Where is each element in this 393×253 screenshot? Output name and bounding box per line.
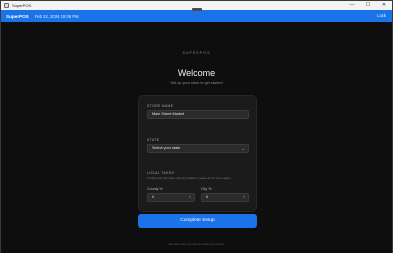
county-input[interactable]: 0 ⇕ bbox=[147, 193, 195, 202]
state-select-value: Select your state bbox=[152, 146, 181, 150]
page-title: Welcome bbox=[177, 68, 216, 78]
lock-button[interactable]: Lock bbox=[377, 13, 386, 18]
drag-handle-icon[interactable] bbox=[192, 8, 202, 11]
county-value: 0 bbox=[152, 195, 155, 199]
complete-setup-button[interactable]: Complete Setup bbox=[138, 214, 257, 228]
minimize-icon[interactable]: — bbox=[344, 1, 360, 10]
app-icon bbox=[4, 3, 9, 8]
chevron-down-icon: ⌄ bbox=[241, 146, 245, 151]
stepper-icon[interactable]: ⇕ bbox=[242, 194, 245, 201]
local-taxes-hint: County and city rates vary by location. … bbox=[147, 176, 231, 180]
app-header: SuperPOS Feb 22, 2026 10:08 PM Lock bbox=[1, 10, 392, 22]
setup-screen: SUPERPOS Welcome Set up your store to ge… bbox=[1, 22, 392, 253]
brand-name: SuperPOS bbox=[6, 13, 29, 19]
county-label: County % bbox=[147, 187, 163, 191]
maximize-icon[interactable]: ☐ bbox=[360, 1, 376, 10]
store-name-input[interactable]: Main Street Market bbox=[147, 110, 249, 119]
city-label: City % bbox=[201, 187, 212, 191]
setup-card: STORE NAME Main Street Market STATE Sele… bbox=[138, 95, 257, 212]
state-select[interactable]: Select your state ⌄ bbox=[147, 144, 249, 153]
app-window: SuperPOS — ☐ ✕ SuperPOS Feb 22, 2026 10:… bbox=[0, 0, 393, 253]
local-taxes-label: LOCAL TAXES bbox=[147, 171, 175, 175]
close-icon[interactable]: ✕ bbox=[376, 1, 392, 10]
stepper-icon[interactable]: ⇕ bbox=[188, 194, 191, 201]
city-input[interactable]: 0 ⇕ bbox=[201, 193, 249, 202]
store-name-label: STORE NAME bbox=[147, 104, 174, 108]
window-controls: — ☐ ✕ bbox=[344, 1, 392, 10]
window-title: SuperPOS bbox=[12, 3, 32, 8]
footer-note: No taxes are set until you save the conf… bbox=[168, 242, 225, 246]
state-label: STATE bbox=[147, 138, 160, 142]
brandmark: SUPERPOS bbox=[182, 51, 211, 55]
page-subtitle: Set up your store to get started bbox=[170, 81, 223, 85]
header-datetime: Feb 22, 2026 10:08 PM bbox=[34, 13, 79, 19]
city-value: 0 bbox=[206, 195, 209, 199]
